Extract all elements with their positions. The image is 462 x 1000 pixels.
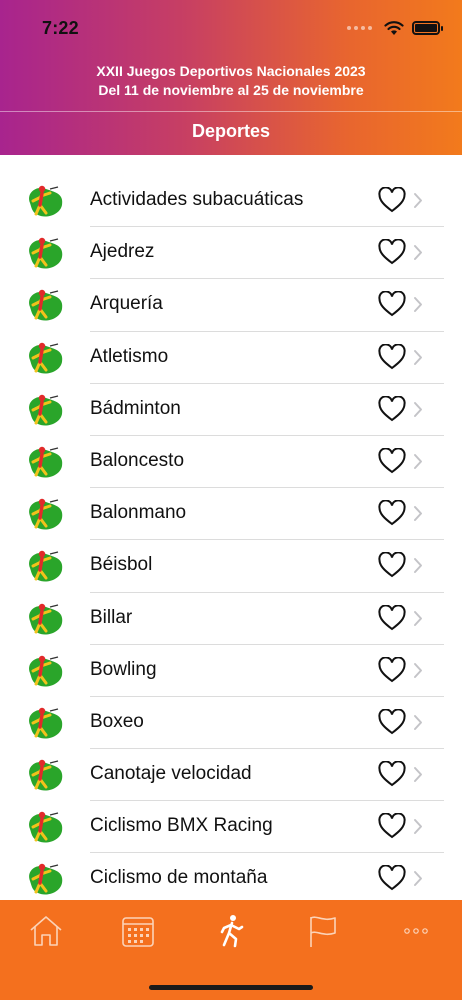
chevron-right-icon — [414, 193, 422, 208]
home-indicator[interactable] — [149, 985, 313, 990]
favorite-heart-icon[interactable] — [378, 865, 406, 891]
sport-label: Balonmano — [90, 502, 187, 524]
favorite-heart-icon[interactable] — [378, 447, 406, 474]
favorite-heart-icon[interactable] — [378, 343, 406, 370]
favorite-heart-icon[interactable] — [378, 552, 406, 578]
status-indicators — [347, 20, 443, 36]
sport-row[interactable]: Arquería — [0, 279, 462, 332]
battery-icon — [412, 21, 443, 35]
sport-label: Bowling — [90, 658, 157, 680]
sport-row[interactable]: Balonmano — [0, 488, 462, 541]
baseball-icon — [29, 551, 63, 582]
more-icon — [404, 928, 428, 934]
favorite-heart-icon[interactable] — [378, 239, 406, 265]
event-title: XXII Juegos Deportivos Nacionales 2023 D… — [0, 62, 462, 100]
tab-flag[interactable] — [303, 914, 343, 948]
favorite-heart-icon[interactable] — [378, 761, 406, 787]
header: 7:22 XXII Juegos Deportivos Nacionales 2… — [0, 0, 462, 155]
chess-icon — [29, 237, 63, 269]
favorite-heart-icon[interactable] — [378, 708, 406, 735]
sports-list: Actividades subacuáticas Ajedrez Arquerí… — [0, 155, 462, 900]
athletics-icon — [29, 342, 63, 374]
favorite-heart-icon[interactable] — [378, 500, 406, 526]
chevron-right-icon — [414, 401, 422, 417]
chevron-right-icon — [414, 767, 422, 783]
page-title: Deportes — [191, 121, 271, 141]
sport-label: Ciclismo de montaña — [90, 867, 268, 889]
sport-label: Boxeo — [90, 710, 144, 732]
sport-row[interactable]: Canotaje velocidad — [0, 749, 462, 802]
sport-row[interactable]: Baloncesto — [0, 436, 462, 489]
sport-label: Ciclismo BMX Racing — [90, 815, 273, 837]
tab-more[interactable] — [396, 914, 436, 948]
tab-sports[interactable] — [211, 914, 251, 948]
chevron-right-icon — [414, 662, 422, 678]
chevron-right-icon — [414, 453, 422, 469]
status-bar: 7:22 — [0, 0, 462, 56]
cellular-signal-icon — [347, 26, 372, 30]
mountain-bike-icon — [29, 864, 63, 895]
tab-home[interactable] — [26, 914, 66, 948]
bowling-icon — [29, 655, 63, 687]
chevron-right-icon — [414, 819, 422, 835]
sport-row[interactable]: Billar — [0, 593, 462, 645]
sport-label: Billar — [90, 606, 133, 628]
calendar-icon — [122, 917, 154, 947]
tab-calendar[interactable] — [118, 914, 158, 948]
sport-row[interactable]: Bádminton — [0, 384, 462, 436]
sport-label: Actividades subacuáticas — [90, 189, 304, 210]
event-dates: Del 11 de noviembre al 25 de noviembre — [98, 82, 364, 98]
bmx-icon — [29, 812, 63, 843]
sport-label: Atletismo — [90, 345, 169, 367]
sport-row[interactable]: Actividades subacuáticas — [0, 175, 462, 228]
chevron-right-icon — [414, 349, 422, 365]
sport-row[interactable]: Ajedrez — [0, 227, 462, 280]
sport-label: Canotaje velocidad — [90, 763, 252, 785]
canoe-icon — [29, 759, 63, 791]
boxing-icon — [29, 707, 63, 739]
tab-bar — [0, 900, 462, 1000]
sport-row[interactable]: Boxeo — [0, 697, 462, 750]
sport-label: Béisbol — [90, 554, 153, 576]
sport-row[interactable]: Béisbol — [0, 540, 462, 593]
sport-row[interactable]: Bowling — [0, 645, 462, 697]
underwater-sport-icon — [29, 185, 63, 217]
chevron-right-icon — [414, 558, 422, 574]
sports-icon — [220, 915, 244, 948]
favorite-heart-icon[interactable] — [378, 656, 406, 683]
handball-icon — [29, 498, 63, 530]
favorite-heart-icon[interactable] — [378, 187, 406, 213]
header-divider — [0, 111, 462, 112]
wifi-icon — [384, 21, 404, 35]
archery-icon — [29, 290, 63, 321]
favorite-heart-icon[interactable] — [378, 813, 406, 839]
sport-label: Baloncesto — [90, 449, 185, 471]
sport-row[interactable]: Ciclismo BMX Racing — [0, 801, 462, 854]
chevron-right-icon — [414, 297, 422, 313]
chevron-right-icon — [414, 610, 422, 626]
sport-label: Ajedrez — [90, 241, 155, 263]
favorite-heart-icon[interactable] — [378, 395, 406, 422]
status-time: 7:22 — [42, 18, 79, 38]
sport-label: Arquería — [90, 293, 163, 315]
chevron-right-icon — [414, 245, 422, 261]
billiards-icon — [29, 603, 63, 635]
home-icon — [30, 916, 62, 946]
flag-icon — [310, 916, 336, 947]
favorite-heart-icon[interactable] — [378, 291, 406, 317]
badminton-icon — [29, 394, 63, 426]
chevron-right-icon — [414, 871, 422, 887]
chevron-right-icon — [414, 506, 422, 522]
sport-row[interactable]: Atletismo — [0, 332, 462, 384]
chevron-right-icon — [414, 714, 422, 730]
sport-label: Bádminton — [90, 397, 181, 419]
basketball-icon — [29, 446, 63, 478]
event-name: XXII Juegos Deportivos Nacionales 2023 — [96, 63, 366, 79]
favorite-heart-icon[interactable] — [378, 604, 406, 631]
sport-row[interactable]: Ciclismo de montaña — [0, 853, 462, 900]
